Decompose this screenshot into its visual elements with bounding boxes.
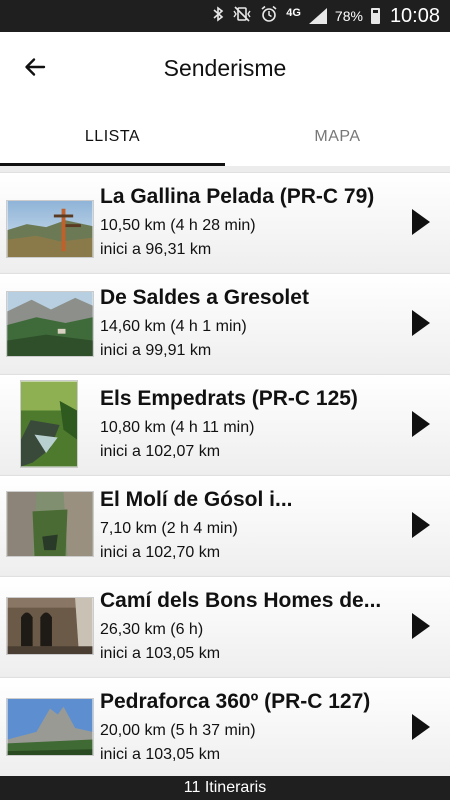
route-name: Camí dels Bons Homes de... [100,589,382,612]
route-name: La Gallina Pelada (PR-C 79) [100,185,375,208]
battery-percent: 78% [334,8,363,24]
route-distance: 10,50 km (4 h 28 min) [100,217,256,234]
route-distance: 7,10 km (2 h 4 min) [100,520,238,537]
route-photo [6,698,94,756]
signal-icon [308,8,327,24]
route-name: Pedraforca 360º (PR-C 127) [100,690,371,713]
route-photo [20,380,78,468]
tab-map[interactable]: MAPA [225,108,450,166]
route-distance: 14,60 km (4 h 1 min) [100,318,247,335]
route-name: Els Empedrats (PR-C 125) [100,387,358,410]
route-distance: 20,00 km (5 h 37 min) [100,722,256,739]
tab-list[interactable]: LLISTA [0,108,225,166]
status-bar: 4G 78% 10:08 [0,0,450,32]
route-list: La Gallina Pelada (PR-C 79) 10,50 km (4 … [0,166,450,776]
route-photo [6,491,94,557]
list-item[interactable]: De Saldes a Gresolet 14,60 km (4 h 1 min… [0,273,450,373]
route-distance: 26,30 km (6 h) [100,621,204,638]
play-icon[interactable] [412,714,430,740]
itinerary-count-bar: 11 Itineraris [0,776,450,800]
alarm-icon [260,5,278,27]
route-distance: 10,80 km (4 h 11 min) [100,419,255,436]
itinerary-count: 11 Itineraris [183,779,267,796]
route-start: inici a 102,70 km [100,544,221,561]
route-name: De Saldes a Gresolet [100,286,309,309]
list-item[interactable]: Els Empedrats (PR-C 125) 10,80 km (4 h 1… [0,374,450,474]
play-icon[interactable] [412,613,430,639]
tab-bar: LLISTA MAPA [0,108,450,166]
list-item[interactable]: El Molí de Gósol i... 7,10 km (2 h 4 min… [0,475,450,575]
list-item[interactable]: La Gallina Pelada (PR-C 79) 10,50 km (4 … [0,172,450,272]
list-item[interactable]: Pedraforca 360º (PR-C 127) 20,00 km (5 h… [0,677,450,776]
clock: 10:08 [389,4,440,27]
route-photo [6,200,94,258]
bluetooth-icon [212,6,224,26]
route-photo [6,291,94,357]
route-start: inici a 103,05 km [100,645,221,662]
page-title: Senderisme [163,55,287,81]
play-icon[interactable] [412,411,430,437]
route-start: inici a 96,31 km [100,241,212,258]
route-photo [6,597,94,655]
list-item[interactable]: Camí dels Bons Homes de... 26,30 km (6 h… [0,576,450,676]
network-type: 4G [286,7,301,19]
route-start: inici a 99,91 km [100,342,212,359]
route-start: inici a 103,05 km [100,746,221,763]
play-icon[interactable] [412,512,430,538]
play-icon[interactable] [412,310,430,336]
route-name: El Molí de Gósol i... [100,488,293,511]
route-start: inici a 102,07 km [100,443,221,460]
play-icon[interactable] [412,209,430,235]
app-bar: Senderisme [0,32,450,108]
vibrate-icon [232,6,252,26]
battery-icon [370,8,380,24]
